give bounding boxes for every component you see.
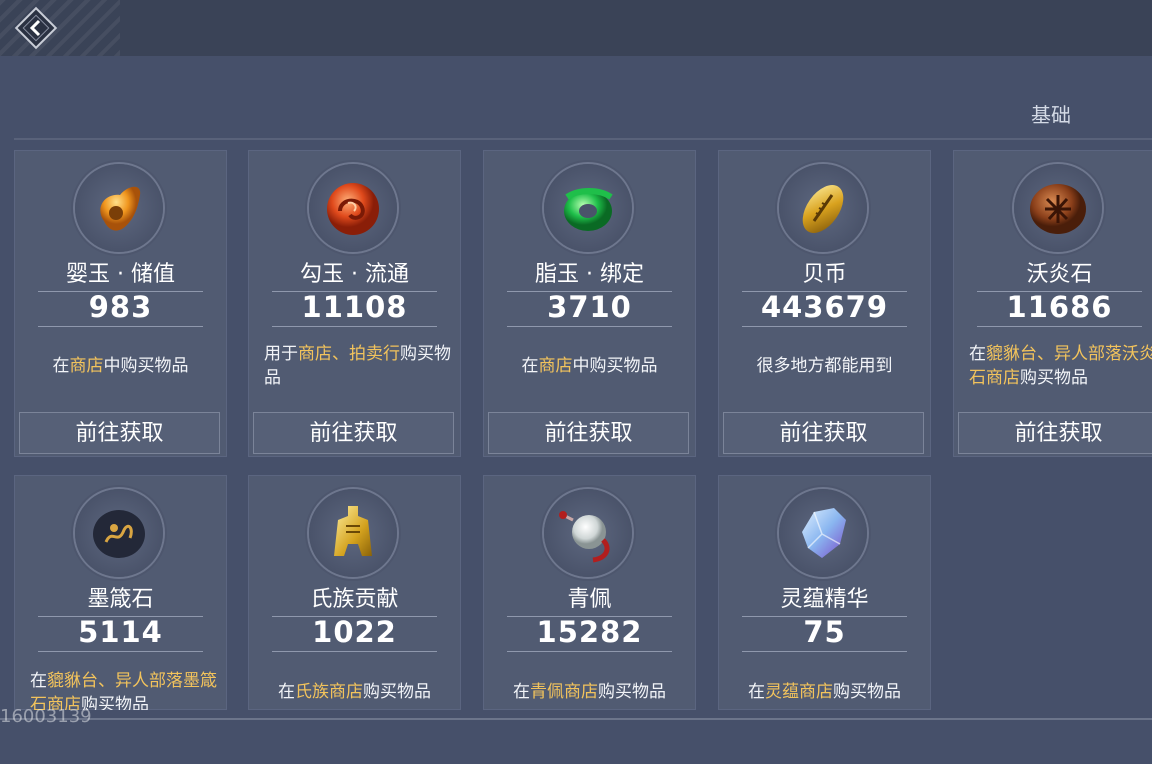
currency-name: 墨箴石 [87,587,154,612]
currency-name: 灵蕴精华 [780,587,869,612]
top-bar [0,0,1152,56]
currency-description: 很多地方都能用到 [756,356,893,376]
divider [742,326,907,327]
currency-icon-frame [1014,164,1102,252]
currency-name: 青佩 [567,587,612,612]
currency-name: 勾玉 · 流通 [300,262,409,287]
currency-name: 婴玉 · 储值 [66,262,175,287]
shell-coin-icon [802,185,844,233]
jade-green-icon [564,188,613,231]
currency-icon-frame [779,164,867,252]
jade-amber-icon [100,186,141,231]
divider [38,651,203,652]
magatama-red-icon [327,183,379,235]
ink-stone-icon [93,510,145,558]
jade-pendant-icon [559,511,610,563]
currency-card: 脂玉 · 绑定 3710 在商店中购买物品 前往获取 [483,150,696,457]
currency-name: 氏族贡献 [310,587,399,612]
divider [272,651,437,652]
currency-card: 青佩 15282 在青佩商店购买物品 [483,475,696,710]
currency-icon-frame [309,164,397,252]
currency-description: 用于商店、拍卖行购买物品 [264,344,451,388]
currency-icon-frame [75,489,163,577]
currency-description: 在商店中购买物品 [52,356,189,376]
currency-icon-frame [309,489,397,577]
back-arrow-icon [14,6,58,50]
divider [977,326,1142,327]
currency-card: 勾玉 · 流通 11108 用于商店、拍卖行购买物品 前往获取 [248,150,461,457]
go-obtain-button[interactable]: 前往获取 [19,412,220,454]
currency-name: 脂玉 · 绑定 [535,262,644,287]
flame-stone-icon [1030,184,1086,234]
currency-description: 在貔貅台、异人部落墨箴石商店购买物品 [30,671,217,710]
currency-icon-frame [544,489,632,577]
currency-card: 贝币 443679 很多地方都能用到 前往获取 [718,150,931,457]
divider [38,326,203,327]
currency-name: 沃炎石 [1026,262,1093,287]
divider [507,651,672,652]
currency-description: 在氏族商店购买物品 [278,682,431,702]
divider [272,326,437,327]
currency-card: 氏族贡献 1022 在氏族商店购买物品 [248,475,461,710]
currency-count: 3710 [547,290,632,324]
currency-count: 75 [803,615,846,649]
go-obtain-button[interactable]: 前往获取 [488,412,689,454]
currency-count: 15282 [536,615,643,649]
back-button[interactable] [14,6,58,50]
go-obtain-button[interactable]: 前往获取 [253,412,454,454]
divider [742,651,907,652]
currency-count: 983 [88,290,153,324]
user-id-watermark: 16003139 [0,706,92,727]
bottom-divider [0,718,1152,720]
currency-card: 墨箴石 5114 在貔貅台、异人部落墨箴石商店购买物品 [14,475,227,710]
currency-icon-frame [75,164,163,252]
currency-card: 灵蕴精华 75 在灵蕴商店购买物品 [718,475,931,710]
currency-icon-frame [544,164,632,252]
currency-card: 婴玉 · 储值 983 在商店中购买物品 前往获取 [14,150,227,457]
divider [507,326,672,327]
tab-basic[interactable]: 基础 [982,92,1120,140]
spirit-essence-icon [802,508,846,558]
currency-count: 11686 [1006,290,1113,324]
currency-icon-frame [779,489,867,577]
currency-card: 沃炎石 11686 在貔貅台、异人部落沃炎石商店购买物品 前往获取 [953,150,1152,457]
currency-description: 在青佩商店购买物品 [513,682,666,702]
currency-description: 在商店中购买物品 [521,356,658,376]
currency-description: 在灵蕴商店购买物品 [748,682,901,702]
tab-divider [14,138,1152,140]
clan-token-icon [334,506,372,556]
currency-count: 1022 [312,615,397,649]
currency-count: 443679 [760,290,889,324]
currency-grid: 婴玉 · 储值 983 在商店中购买物品 前往获取 勾玉 · 流通 11108 … [14,150,1152,710]
currency-count: 5114 [78,615,163,649]
currency-count: 11108 [301,290,408,324]
currency-description: 在貔貅台、异人部落沃炎石商店购买物品 [969,344,1152,388]
currency-name: 贝币 [802,262,847,287]
go-obtain-button[interactable]: 前往获取 [723,412,924,454]
go-obtain-button[interactable]: 前往获取 [958,412,1152,454]
